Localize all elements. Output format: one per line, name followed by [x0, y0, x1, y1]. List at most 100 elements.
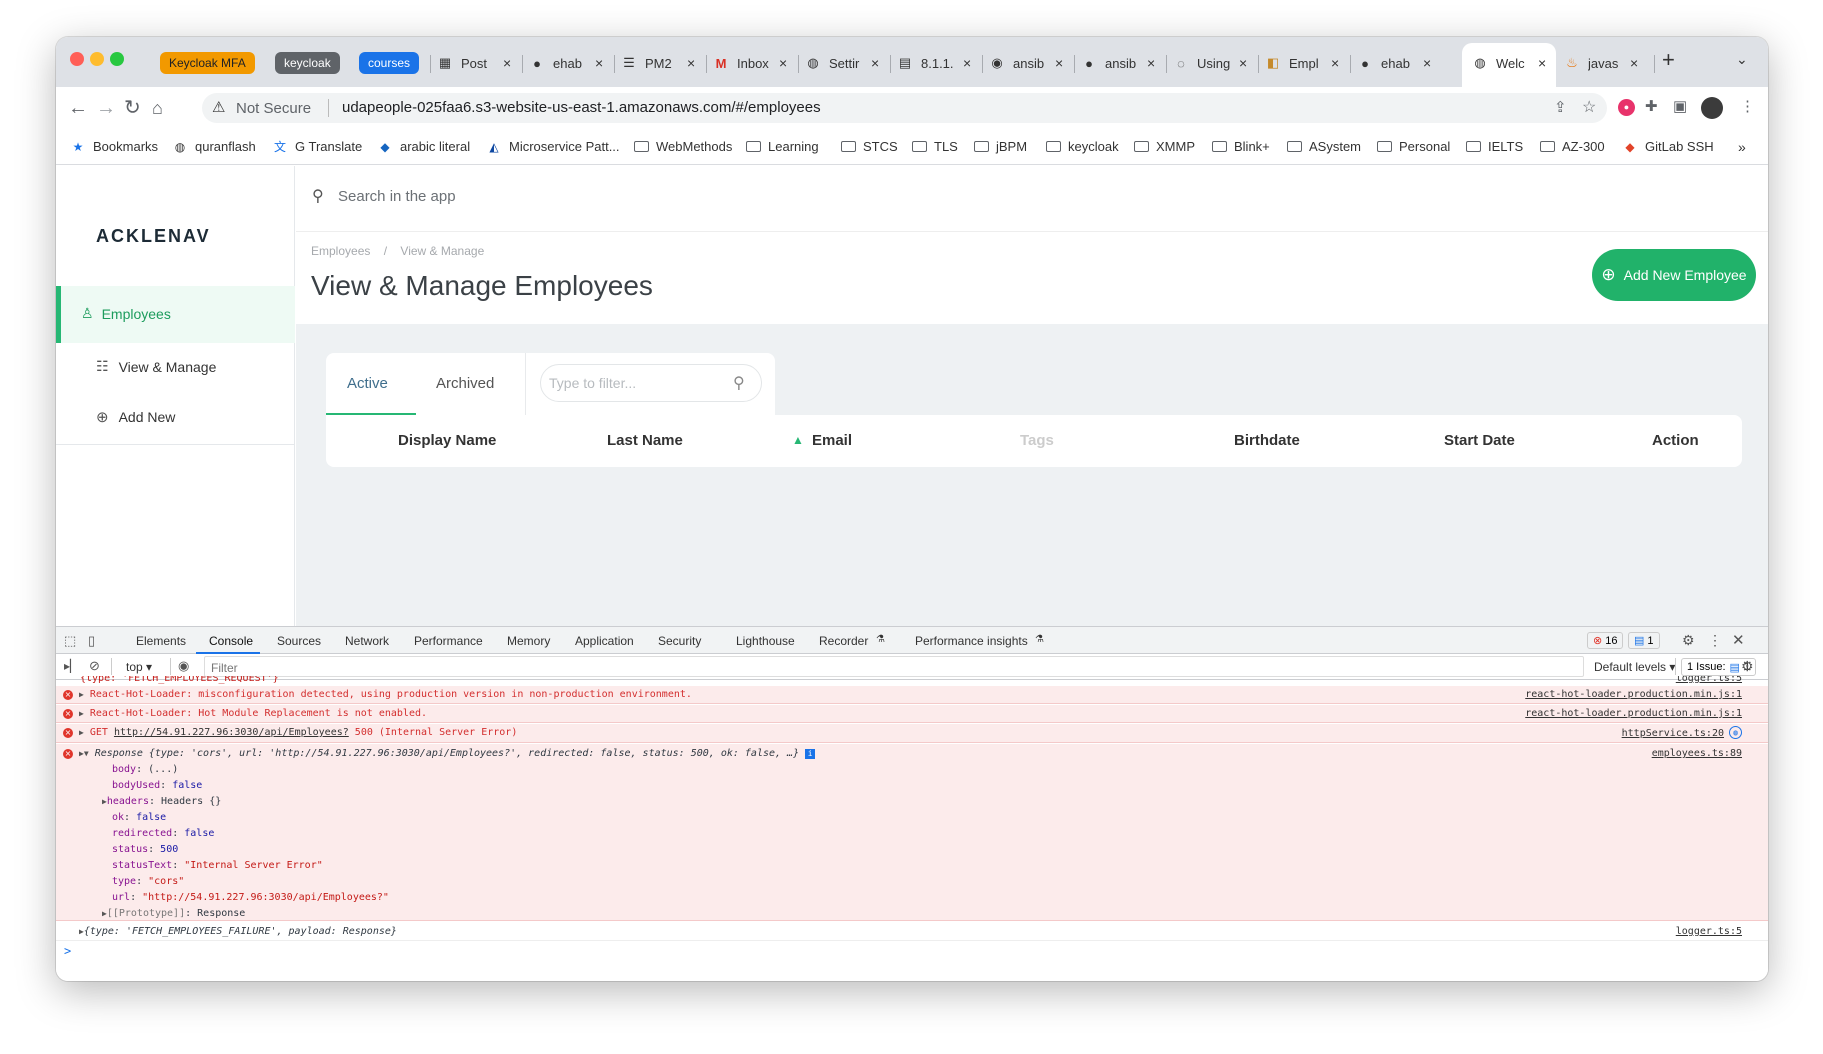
request-url-link[interactable]: http://54.91.227.96:3030/api/Employees?	[114, 727, 349, 738]
tab-ehab[interactable]: ● ehab ×	[529, 48, 603, 78]
tab-group-courses[interactable]: courses	[359, 52, 420, 74]
tab-811[interactable]: ▤ 8.1.1. ×	[897, 48, 971, 78]
extensions-puzzle-icon[interactable]: ✚	[1645, 97, 1658, 115]
eye-icon[interactable]: ◉	[178, 658, 189, 674]
bookmark-keycloak[interactable]: keycloak	[1045, 139, 1119, 154]
bookmark-stcs[interactable]: STCS	[840, 139, 898, 154]
clear-console-icon[interactable]: ⊘	[89, 658, 100, 674]
console-settings-gear-icon[interactable]: ⚙	[1741, 658, 1754, 675]
message-count-badge[interactable]: ▤ 1	[1628, 632, 1660, 649]
source-link[interactable]: react-hot-loader.production.min.js:1	[1525, 689, 1742, 700]
devtools-tab-console[interactable]: Console	[209, 634, 253, 648]
tab-postgres[interactable]: ▦ Post ×	[437, 48, 511, 78]
side-panel-icon[interactable]: ▣	[1673, 97, 1687, 115]
app-search[interactable]: ⚲ Search in the app	[296, 166, 1768, 232]
bookmark-star-icon[interactable]: ☆	[1582, 97, 1596, 117]
new-tab-button[interactable]: +	[1662, 47, 1675, 73]
expand-triangle-icon[interactable]: ▶	[79, 709, 84, 718]
network-globe-icon[interactable]: ◍	[1729, 726, 1742, 739]
tab-javascript[interactable]: ♨ javas ×	[1564, 48, 1638, 78]
maximize-window-button[interactable]	[110, 52, 124, 66]
tab-close-icon[interactable]: ×	[1055, 55, 1063, 71]
log-levels-select[interactable]: Default levels ▾	[1594, 660, 1675, 674]
devtools-tab-elements[interactable]: Elements	[136, 634, 186, 648]
tab-close-icon[interactable]: ×	[595, 55, 603, 71]
tab-close-icon[interactable]: ×	[1538, 55, 1546, 71]
tab-close-icon[interactable]: ×	[871, 55, 879, 71]
devtools-tab-network[interactable]: Network	[345, 634, 389, 648]
bookmark-arabic-literal[interactable]: ◆ arabic literal	[377, 139, 470, 154]
tab-close-icon[interactable]: ×	[1239, 55, 1247, 71]
tab-employees[interactable]: ◧ Empl ×	[1265, 48, 1339, 78]
tab-close-icon[interactable]: ×	[963, 55, 971, 71]
sidebar-item-view-manage[interactable]: ☷ View & Manage	[96, 358, 216, 375]
bookmark-learning[interactable]: Learning	[745, 139, 819, 154]
bookmark-ielts[interactable]: IELTS	[1465, 139, 1523, 154]
info-icon[interactable]: i	[805, 749, 816, 759]
column-action[interactable]: Action	[1652, 432, 1699, 449]
devtools-tab-application[interactable]: Application	[575, 634, 634, 648]
bookmark-quranflash[interactable]: ◍ quranflash	[172, 139, 256, 154]
tab-ansible-1[interactable]: ◉ ansib ×	[989, 48, 1063, 78]
tab-group-keycloak-mfa[interactable]: Keycloak MFA	[160, 52, 255, 74]
source-link[interactable]: logger.ts:5	[1676, 676, 1742, 684]
devtools-tab-memory[interactable]: Memory	[507, 634, 550, 648]
not-secure-label[interactable]: Not Secure	[236, 100, 311, 117]
bookmark-webmethods[interactable]: WebMethods	[633, 139, 732, 154]
error-count-badge[interactable]: ⊗ 16	[1587, 632, 1624, 649]
bookmark-blink[interactable]: Blink+	[1211, 139, 1270, 154]
devtools-tab-lighthouse[interactable]: Lighthouse	[736, 634, 795, 648]
context-select[interactable]: top ▾	[126, 660, 152, 674]
url-text[interactable]: udapeople-025faa6.s3-website-us-east-1.a…	[342, 99, 821, 116]
settings-gear-icon[interactable]: ⚙	[1682, 632, 1695, 649]
tab-welcome-active[interactable]: ◍ Welc ×	[1472, 48, 1546, 78]
tab-close-icon[interactable]: ×	[779, 55, 787, 71]
tab-ehab-2[interactable]: ● ehab ×	[1357, 48, 1431, 78]
breadcrumb-employees[interactable]: Employees	[311, 244, 370, 258]
console-filter-input[interactable]: Filter	[204, 656, 1584, 677]
forward-arrow-icon[interactable]: →	[96, 95, 116, 121]
tab-archived[interactable]: Archived	[436, 375, 494, 392]
tab-active[interactable]: Active	[326, 353, 416, 415]
source-link[interactable]: react-hot-loader.production.min.js:1	[1525, 708, 1742, 719]
expand-triangle-icon[interactable]: ▶	[79, 728, 84, 737]
tab-pm2[interactable]: ☰ PM2 ×	[621, 48, 695, 78]
source-link[interactable]: httpService.ts:20	[1622, 728, 1724, 739]
tab-using[interactable]: ◌ Using ×	[1173, 48, 1247, 78]
share-icon[interactable]: ⇪	[1554, 98, 1567, 116]
devtools-tab-performance[interactable]: Performance	[414, 634, 483, 648]
close-window-button[interactable]	[70, 52, 84, 66]
devtools-tab-recorder[interactable]: Recorder	[819, 634, 868, 648]
warning-icon[interactable]: ⚠	[212, 98, 225, 116]
column-email[interactable]: Email	[812, 432, 852, 449]
tab-inbox[interactable]: M Inbox ×	[713, 48, 788, 78]
response-summary[interactable]: Response {type: 'cors', url: 'http://54.…	[95, 748, 799, 759]
column-birthdate[interactable]: Birthdate	[1234, 432, 1300, 449]
bookmark-asystem[interactable]: ASystem	[1286, 139, 1361, 154]
console-prompt[interactable]: >	[64, 944, 71, 958]
tab-close-icon[interactable]: ×	[1423, 55, 1431, 71]
omnibox[interactable]: ⚠ Not Secure udapeople-025faa6.s3-websit…	[202, 93, 1607, 123]
tab-ansible-2[interactable]: ● ansib ×	[1081, 48, 1155, 78]
inspect-element-icon[interactable]: ⬚	[64, 633, 76, 649]
bookmarks-overflow-chevron[interactable]: »	[1738, 139, 1746, 155]
back-arrow-icon[interactable]: ←	[68, 95, 88, 121]
tab-close-icon[interactable]: ×	[503, 55, 511, 71]
bookmark-az-300[interactable]: AZ-300	[1539, 139, 1605, 154]
kebab-menu-icon[interactable]: ⋮	[1740, 97, 1755, 115]
minimize-window-button[interactable]	[90, 52, 104, 66]
search-input[interactable]: Search in the app	[338, 188, 456, 205]
sidebar-toggle-icon[interactable]: ▸▏	[64, 659, 79, 673]
filter-input[interactable]: Type to filter... ⚲	[540, 364, 762, 402]
expand-triangle-icon[interactable]: ▶	[79, 690, 84, 699]
tab-settings[interactable]: ◍ Settir ×	[805, 48, 879, 78]
source-link[interactable]: employees.ts:89	[1652, 748, 1742, 759]
bookmark-xmmp[interactable]: XMMP	[1133, 139, 1195, 154]
devtools-tab-sources[interactable]: Sources	[277, 634, 321, 648]
bookmark-g-translate[interactable]: 文G Translate	[272, 139, 362, 154]
tab-close-icon[interactable]: ×	[1331, 55, 1339, 71]
bookmark-microservice-patterns[interactable]: ◭ Microservice Patt...	[486, 139, 619, 154]
bookmark-tls[interactable]: TLS	[911, 139, 958, 154]
bookmark-personal[interactable]: Personal	[1376, 139, 1450, 154]
bookmark-bookmarks[interactable]: ★ Bookmarks	[70, 139, 158, 154]
